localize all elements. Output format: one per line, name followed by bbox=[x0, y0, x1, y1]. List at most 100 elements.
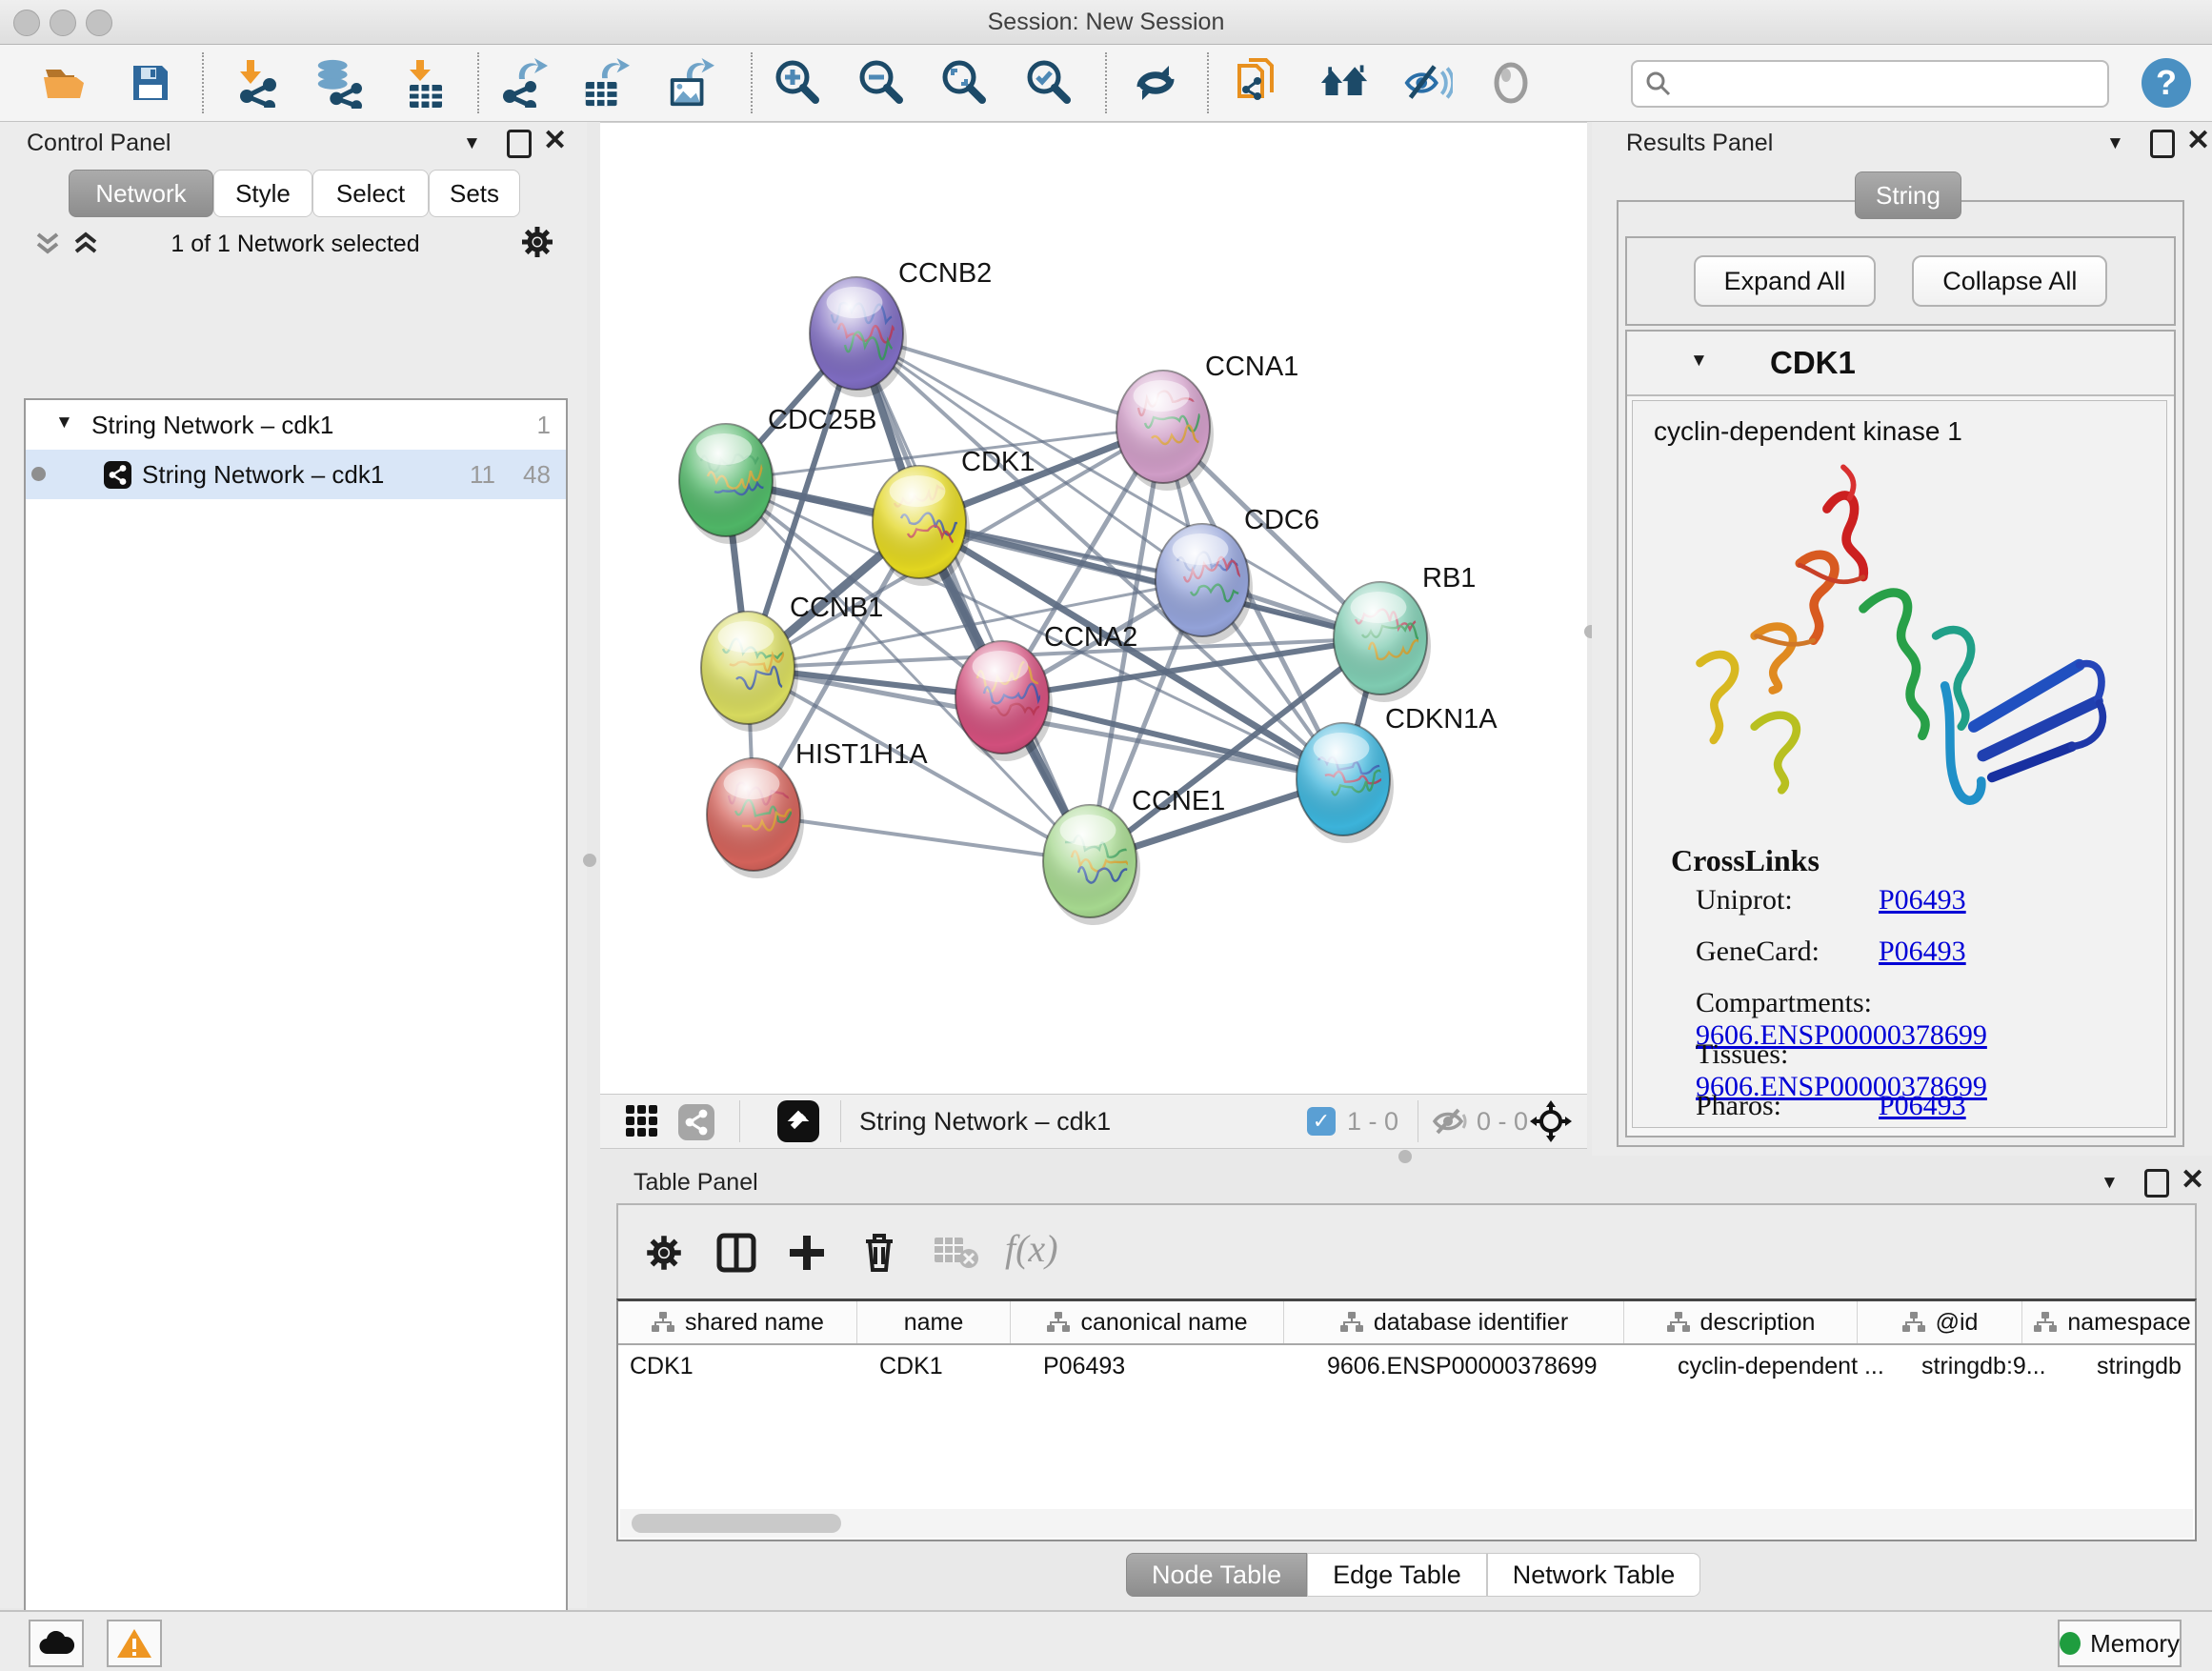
genecard-link[interactable]: P06493 bbox=[1879, 936, 1966, 967]
import-table-file-icon[interactable] bbox=[400, 58, 450, 108]
birdseye-view-icon[interactable] bbox=[777, 1100, 819, 1147]
table-cell[interactable]: CDK1 bbox=[618, 1345, 868, 1389]
delete-column-icon[interactable] bbox=[858, 1230, 900, 1278]
table-cell[interactable]: stringdb bbox=[2085, 1345, 2197, 1389]
node-table[interactable]: shared namenamecanonical namedatabase id… bbox=[616, 1299, 2197, 1541]
tree-expand-icon[interactable]: ▼ bbox=[55, 413, 73, 433]
tab-sets[interactable]: Sets bbox=[429, 170, 520, 217]
fit-selected-crosshair-icon[interactable] bbox=[1530, 1100, 1572, 1147]
save-session-icon[interactable] bbox=[126, 58, 175, 108]
column-header-description[interactable]: description bbox=[1624, 1301, 1858, 1343]
table-row[interactable]: CDK1CDK1P064939606.ENSP00000378699cyclin… bbox=[618, 1345, 2195, 1389]
results-panel-close-icon[interactable]: ✕ bbox=[2186, 130, 2210, 152]
selected-checkbox-icon[interactable]: ✓ bbox=[1307, 1107, 1336, 1136]
column-header--id[interactable]: @id bbox=[1858, 1301, 2022, 1343]
table-panel-float-icon[interactable] bbox=[2144, 1169, 2169, 1198]
zoom-selected-icon[interactable] bbox=[1025, 58, 1075, 108]
tab-node-table[interactable]: Node Table bbox=[1126, 1553, 1307, 1597]
network-node-CDKN1A[interactable]: CDKN1A bbox=[1297, 704, 1498, 843]
import-network-file-icon[interactable] bbox=[233, 58, 283, 108]
network-node-CDC6[interactable]: CDC6 bbox=[1156, 505, 1319, 644]
column-header-canonical-name[interactable]: canonical name bbox=[1011, 1301, 1284, 1343]
edge-count: 48 bbox=[523, 460, 551, 490]
column-header-shared-name[interactable]: shared name bbox=[618, 1301, 857, 1343]
tab-style[interactable]: Style bbox=[213, 170, 312, 217]
uniprot-link[interactable]: P06493 bbox=[1879, 884, 1966, 916]
warning-status-button[interactable] bbox=[107, 1620, 162, 1667]
show-columns-icon[interactable] bbox=[715, 1232, 757, 1278]
network-share-icon[interactable] bbox=[678, 1104, 714, 1145]
gene-description: cyclin-dependent kinase 1 bbox=[1654, 416, 2166, 447]
control-panel-close-icon[interactable]: ✕ bbox=[543, 130, 567, 152]
network-node-HIST1H1A[interactable]: HIST1H1A bbox=[707, 739, 928, 878]
crosslink-row: Pharos:P06493 bbox=[1633, 1090, 2166, 1128]
tab-string[interactable]: String bbox=[1855, 171, 1961, 219]
zoom-out-icon[interactable] bbox=[857, 58, 907, 108]
scrollbar-thumb[interactable] bbox=[632, 1514, 841, 1533]
control-panel-collapse-icon[interactable]: ▼ bbox=[463, 133, 481, 154]
results-button-bar: Expand All Collapse All bbox=[1625, 236, 2176, 326]
function-builder-icon[interactable]: f(x) bbox=[1005, 1226, 1058, 1271]
hidden-eye-icon[interactable] bbox=[1431, 1106, 1469, 1141]
export-network-icon[interactable] bbox=[498, 58, 548, 108]
home-icon[interactable] bbox=[1319, 58, 1369, 108]
expand-all-button[interactable]: Expand All bbox=[1694, 255, 1877, 307]
export-table-icon[interactable] bbox=[580, 58, 630, 108]
table-cell[interactable]: 9606.ENSP00000378699 bbox=[1316, 1345, 1666, 1389]
network-row-selected[interactable]: String Network – cdk1 11 48 bbox=[26, 450, 566, 499]
pharos-link[interactable]: P06493 bbox=[1879, 1090, 1966, 1121]
collapse-all-button[interactable]: Collapse All bbox=[1912, 255, 2107, 307]
hide-selected-eye-icon[interactable] bbox=[1403, 58, 1453, 108]
memory-button[interactable]: Memory bbox=[2058, 1620, 2182, 1667]
results-panel-collapse-icon[interactable]: ▼ bbox=[2106, 133, 2124, 154]
column-header-namespace[interactable]: namespace bbox=[2022, 1301, 2197, 1343]
collapse-all-icon[interactable] bbox=[34, 229, 61, 262]
table-horizontal-scrollbar[interactable] bbox=[620, 1509, 2193, 1538]
table-cell[interactable]: cyclin-dependent ... bbox=[1666, 1345, 1910, 1389]
help-icon[interactable]: ? bbox=[2142, 58, 2191, 108]
delete-table-icon[interactable] bbox=[933, 1236, 978, 1275]
toolbar-separator bbox=[1105, 52, 1107, 113]
import-network-database-icon[interactable] bbox=[312, 58, 362, 108]
network-collection-row[interactable]: ▼ String Network – cdk1 1 bbox=[26, 400, 566, 450]
duplicate-network-icon[interactable] bbox=[1234, 58, 1283, 108]
gene-collapse-icon[interactable]: ▼ bbox=[1690, 351, 1708, 372]
gear-icon[interactable] bbox=[520, 225, 554, 264]
network-node-RB1[interactable]: RB1 bbox=[1334, 563, 1476, 702]
table-panel-close-icon[interactable]: ✕ bbox=[2181, 1169, 2204, 1192]
gene-section-header[interactable]: ▼ CDK1 bbox=[1627, 332, 2174, 396]
table-panel-collapse-icon[interactable]: ▼ bbox=[2101, 1173, 2119, 1194]
table-cell[interactable]: stringdb:9... bbox=[1910, 1345, 2085, 1389]
refresh-icon[interactable] bbox=[1131, 58, 1180, 108]
table-cell[interactable]: CDK1 bbox=[868, 1345, 1032, 1389]
network-column-icon bbox=[1339, 1311, 1364, 1334]
show-graphics-details-icon[interactable] bbox=[1486, 58, 1536, 108]
vertical-splitter-handle[interactable] bbox=[583, 854, 596, 867]
tab-network-table[interactable]: Network Table bbox=[1487, 1553, 1701, 1597]
open-session-icon[interactable] bbox=[40, 58, 90, 108]
network-view-toolbar: String Network – cdk1 ✓ 1 - 0 0 - 0 bbox=[600, 1094, 1587, 1149]
table-gear-icon[interactable] bbox=[645, 1234, 683, 1277]
horizontal-splitter-handle[interactable] bbox=[1398, 1150, 1412, 1163]
tab-edge-table[interactable]: Edge Table bbox=[1307, 1553, 1487, 1597]
column-header-database-identifier[interactable]: database identifier bbox=[1284, 1301, 1624, 1343]
column-header-name[interactable]: name bbox=[857, 1301, 1011, 1343]
tab-select[interactable]: Select bbox=[312, 170, 429, 217]
table-cell[interactable]: P06493 bbox=[1032, 1345, 1316, 1389]
network-canvas[interactable]: CCNB2CCNA1CDC25BCDK1CDC6RB1CCNB1CCNA2CDK… bbox=[600, 122, 1587, 1095]
tab-network[interactable]: Network bbox=[69, 170, 213, 217]
results-panel-body: Expand All Collapse All ▼ CDK1 cyclin-de… bbox=[1617, 200, 2184, 1147]
results-panel-float-icon[interactable] bbox=[2150, 130, 2175, 158]
zoom-fit-icon[interactable] bbox=[940, 58, 990, 108]
zoom-in-icon[interactable] bbox=[774, 58, 823, 108]
control-panel-float-icon[interactable] bbox=[507, 130, 532, 158]
grid-view-icon[interactable] bbox=[625, 1104, 659, 1143]
export-image-icon[interactable] bbox=[665, 58, 714, 108]
network-edge-CCNB2-CCNE1[interactable] bbox=[856, 333, 1090, 861]
network-node-CCNE1[interactable]: CCNE1 bbox=[1043, 786, 1225, 925]
expand-all-icon[interactable] bbox=[72, 229, 99, 262]
cloud-status-button[interactable] bbox=[29, 1620, 84, 1667]
add-column-icon[interactable] bbox=[786, 1232, 828, 1278]
status-bar: Memory bbox=[0, 1610, 2212, 1671]
search-input[interactable] bbox=[1680, 70, 2107, 98]
